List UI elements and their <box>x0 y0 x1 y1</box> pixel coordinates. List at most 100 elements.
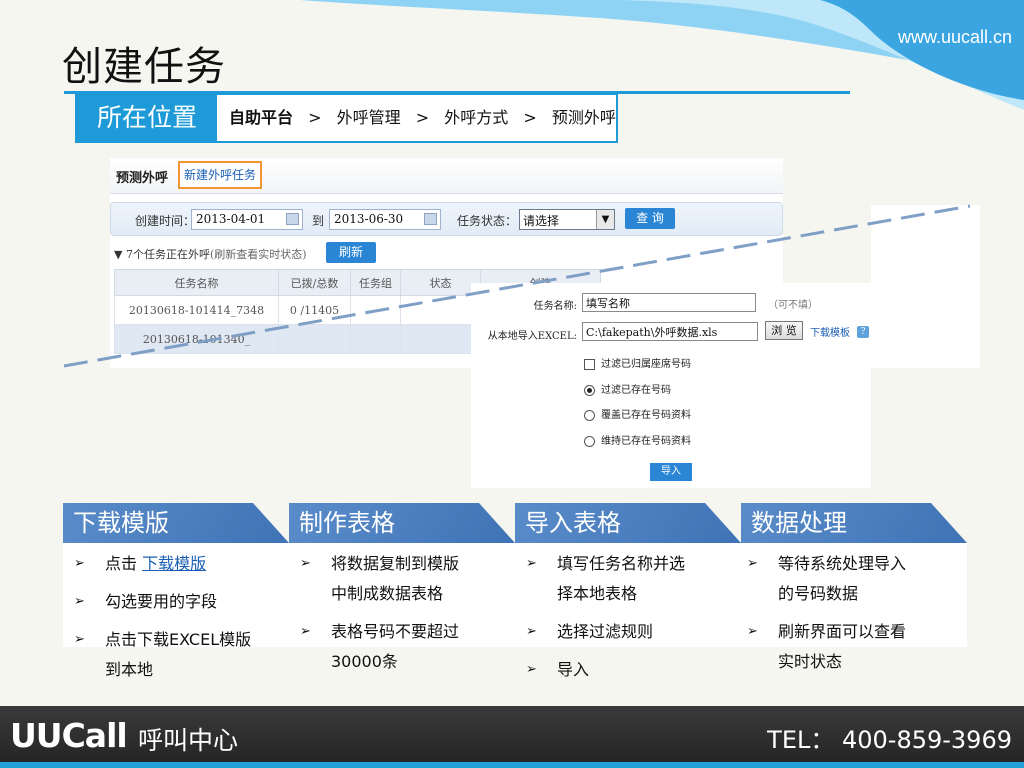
column-header[interactable]: 任务名称 <box>114 269 279 296</box>
table-cell <box>400 324 481 354</box>
import-button[interactable]: 导入 <box>650 463 692 481</box>
footer-accent-strip <box>0 762 1024 768</box>
table-cell <box>350 295 401 325</box>
arrow-bullet-icon: ➢ <box>74 632 85 647</box>
column-header[interactable]: 任务组 <box>350 269 401 296</box>
column-header[interactable]: 已拨/总数 <box>278 269 351 296</box>
filter-bar: 创建时间： 2013-04-01 到 2013-06-30 任务状态： 请选择 … <box>110 202 783 236</box>
step-header-data-processing: 数据处理 <box>741 503 967 543</box>
bullet-text: 导入 <box>557 660 590 679</box>
bullet-text: 的号码数据 <box>778 584 859 603</box>
location-label: 所在位置 <box>77 95 217 141</box>
list-item: ➢ 填写任务名称并选 择本地表格 <box>526 549 686 609</box>
arrow-bullet-icon: ➢ <box>747 556 758 571</box>
breadcrumb-item[interactable]: 外呼管理 <box>337 108 401 127</box>
filter-existing-option[interactable]: 过滤已存在号码 <box>584 381 671 396</box>
keep-existing-option[interactable]: 维持已存在号码资料 <box>584 432 691 447</box>
task-status-select[interactable]: 请选择 ▼ <box>519 209 615 230</box>
task-status-value: 请选择 <box>523 214 560 228</box>
calendar-icon[interactable] <box>424 213 437 225</box>
help-icon[interactable]: ? <box>857 326 869 338</box>
task-list-header: 预测外呼 新建外呼任务 <box>110 158 783 194</box>
checkbox[interactable] <box>584 359 595 370</box>
triangle-down-icon[interactable]: ▼ <box>114 248 122 261</box>
task-name-hint: （可不填） <box>768 300 818 311</box>
breadcrumb-separator: > <box>523 108 537 127</box>
list-item: ➢ 刷新界面可以查看 实时状态 <box>747 617 907 677</box>
table-cell <box>278 324 351 354</box>
phone-number: TEL： 400-859-3969 <box>767 726 1012 754</box>
breadcrumb-separator: > <box>308 108 322 127</box>
bullet-text: 勾选要用的字段 <box>105 592 218 611</box>
step-header-import-table: 导入表格 <box>515 503 741 543</box>
task-list-title: 预测外呼 <box>116 171 169 186</box>
breadcrumb-item[interactable]: 外呼方式 <box>444 108 508 127</box>
arrow-bullet-icon: ➢ <box>300 556 311 571</box>
list-item: ➢ 等待系统处理导入 的号码数据 <box>747 549 907 609</box>
import-form-screenshot: 任务名称: 填写名称 （可不填） 从本地导入EXCEL: C:\fakepath… <box>471 283 871 488</box>
bullet-text: 到本地 <box>105 660 154 679</box>
option-label: 维持已存在号码资料 <box>601 436 691 447</box>
table-cell <box>400 295 481 325</box>
breadcrumb-item[interactable]: 自助平台 <box>229 108 293 127</box>
running-status: ▼ 7个任务正在外呼(刷新查看实时状态) <box>114 246 307 262</box>
list-item: ➢ 将数据复制到模版 中制成数据表格 <box>300 549 460 609</box>
radio[interactable] <box>584 436 595 447</box>
date-from-value: 2013-04-01 <box>196 212 266 226</box>
brand-logo: UUCall <box>10 716 128 755</box>
bullet-text: 刷新界面可以查看 <box>778 622 907 641</box>
option-label: 覆盖已存在号码资料 <box>601 410 691 421</box>
excel-import-label: 从本地导入EXCEL: <box>487 331 577 342</box>
breadcrumb: 自助平台 > 外呼管理 > 外呼方式 > 预测外呼 <box>229 95 616 141</box>
arrow-bullet-icon: ➢ <box>74 594 85 609</box>
breadcrumb-item[interactable]: 预测外呼 <box>552 108 616 127</box>
radio[interactable] <box>584 410 595 421</box>
created-time-label: 创建时间： <box>135 214 196 228</box>
option-label: 过滤已存在号码 <box>601 385 671 396</box>
running-hint: (刷新查看实时状态) <box>209 248 307 261</box>
bullet-text: 选择过滤规则 <box>557 622 654 641</box>
date-to-value: 2013-06-30 <box>334 212 404 226</box>
arrow-bullet-icon: ➢ <box>74 556 85 571</box>
step-header-make-table: 制作表格 <box>289 503 515 543</box>
location-bar: 所在位置 自助平台 > 外呼管理 > 外呼方式 > 预测外呼 <box>75 93 618 143</box>
task-name-input[interactable]: 填写名称 <box>582 293 756 312</box>
excel-file-input[interactable]: C:\fakepath\外呼数据.xls <box>582 322 758 341</box>
date-from-input[interactable]: 2013-04-01 <box>191 209 303 230</box>
list-item: ➢ 勾选要用的字段 <box>74 587 218 617</box>
chevron-down-icon[interactable]: ▼ <box>596 210 614 229</box>
footer-bar: UUCall 呼叫中心 TEL： 400-859-3969 <box>0 706 1024 762</box>
bullet-text: 实时状态 <box>778 652 843 671</box>
arrow-bullet-icon: ➢ <box>300 624 311 639</box>
step-header-download: 下载模版 <box>63 503 289 543</box>
arrow-bullet-icon: ➢ <box>526 556 537 571</box>
calendar-icon[interactable] <box>286 213 299 225</box>
site-url[interactable]: www.uucall.cn <box>898 27 1012 48</box>
new-task-link[interactable]: 新建外呼任务 <box>178 161 263 189</box>
list-item: ➢ 点击下载EXCEL模版 到本地 <box>74 625 252 685</box>
overwrite-existing-option[interactable]: 覆盖已存在号码资料 <box>584 406 691 421</box>
task-status-label: 任务状态： <box>457 214 518 228</box>
download-template-link[interactable]: 下载模板 <box>810 324 850 339</box>
bullet-text: 点击下载EXCEL模版 <box>105 630 252 649</box>
list-item: ➢ 表格号码不要超过 30000条 <box>300 617 459 677</box>
refresh-button[interactable]: 刷新 <box>326 242 376 263</box>
date-to-input[interactable]: 2013-06-30 <box>329 209 441 230</box>
filter-assigned-option[interactable]: 过滤已归属座席号码 <box>584 355 691 370</box>
download-template-link[interactable]: 下载模版 <box>142 554 206 573</box>
bullet-text: 中制成数据表格 <box>331 584 444 603</box>
table-cell: 20130618-101414_7348 <box>114 295 279 325</box>
column-header[interactable]: 状态 <box>400 269 481 296</box>
query-button[interactable]: 查 询 <box>625 208 675 229</box>
list-item: ➢ 导入 <box>526 655 590 685</box>
table-cell <box>350 324 401 354</box>
bullet-text: 等待系统处理导入 <box>778 554 907 573</box>
bullet-text: 点击 <box>105 554 143 573</box>
page-title: 创建任务 <box>62 44 226 90</box>
list-item: ➢ 点击 下载模版 <box>74 549 206 579</box>
breadcrumb-separator: > <box>415 108 430 127</box>
radio-selected[interactable] <box>584 385 595 396</box>
bullet-text: 填写任务名称并选 <box>557 554 686 573</box>
bullet-text: 将数据复制到模版 <box>331 554 460 573</box>
browse-button[interactable]: 浏 览 <box>765 321 803 340</box>
